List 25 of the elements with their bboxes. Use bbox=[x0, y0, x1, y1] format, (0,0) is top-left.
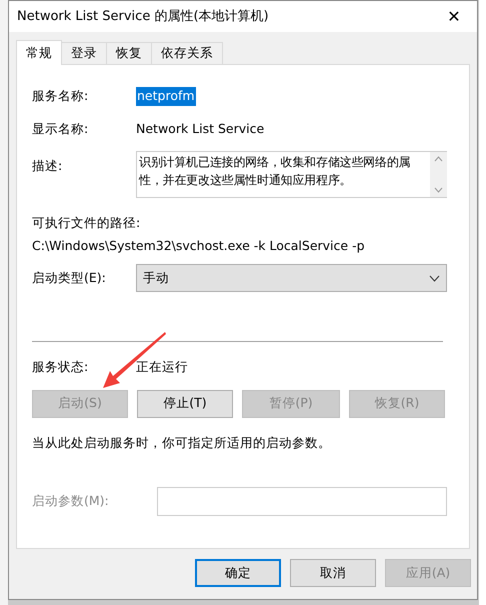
scroll-down-icon[interactable] bbox=[434, 186, 443, 192]
field-label: 服务名称: bbox=[32, 87, 90, 105]
field-label: 描述: bbox=[32, 156, 64, 174]
service-button[interactable]: 停止(T) bbox=[137, 390, 233, 418]
dialog-button[interactable]: 确定 bbox=[195, 559, 281, 587]
startup-type-dropdown[interactable]: 手动 bbox=[136, 264, 447, 292]
field-label: 可执行文件的路径: bbox=[32, 214, 142, 232]
tab[interactable]: 常规 bbox=[16, 40, 62, 65]
hint-text: 当从此处启动服务时，你可指定所适用的启动参数。 bbox=[32, 434, 332, 452]
field-label: 显示名称: bbox=[32, 120, 90, 138]
field-label: 服务状态: bbox=[32, 358, 90, 376]
scroll-up-icon[interactable] bbox=[434, 156, 443, 162]
start-parameters-field[interactable] bbox=[157, 486, 447, 516]
chevron-down-icon bbox=[429, 274, 440, 282]
close-button[interactable]: ✕ bbox=[431, 1, 477, 32]
description-box[interactable]: 识别计算机已连接的网络，收集和存储这些网络的属性，并在更改这些属性时通知应用程序。 bbox=[136, 150, 447, 198]
field-label: 启动参数(M): bbox=[32, 492, 110, 510]
field-label: 启动类型(E): bbox=[32, 268, 107, 287]
tab[interactable]: 依存关系 bbox=[151, 42, 223, 64]
path-value: C:\Windows\System32\svchost.exe -k LocalService -p bbox=[32, 237, 366, 256]
service-status-value: 正在运行 bbox=[136, 358, 188, 376]
dialog-button[interactable]: 取消 bbox=[290, 559, 376, 587]
window-title: Network List Service 的属性(本地计算机) bbox=[17, 8, 270, 26]
service-name-value: netprofm bbox=[136, 87, 196, 106]
display-name-value: Network List Service bbox=[136, 120, 264, 138]
